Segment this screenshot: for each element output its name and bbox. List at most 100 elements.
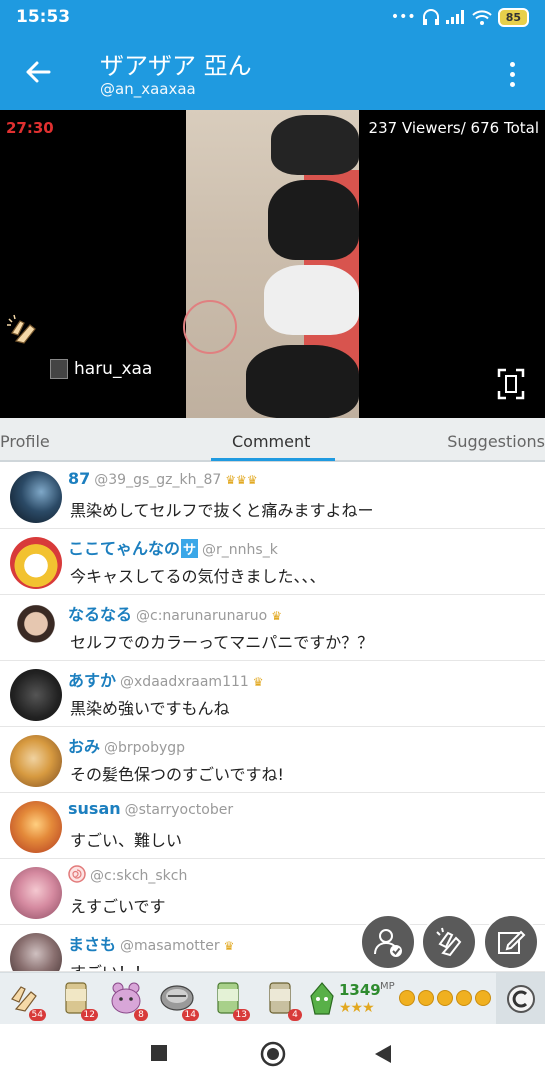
- coin-row: [399, 990, 491, 1006]
- coin-shop-button[interactable]: [496, 973, 545, 1025]
- comment-item[interactable]: おみ @brpobygp その髪色保つのすごいですね!: [0, 727, 545, 793]
- avatar[interactable]: [10, 801, 62, 853]
- gift-count: 8: [134, 1009, 148, 1021]
- avatar[interactable]: [10, 537, 62, 589]
- arrow-left-icon: [26, 61, 51, 83]
- status-time: 15:53: [16, 7, 71, 27]
- signal-icon: [445, 10, 464, 24]
- gift-count: 13: [232, 1009, 250, 1021]
- comment-text: すごい、難しい: [70, 831, 183, 850]
- back-button[interactable]: [18, 52, 58, 92]
- crown-badge-icon: ♛: [223, 939, 235, 953]
- tab-comment[interactable]: Comment: [232, 432, 310, 451]
- comment-text: 黒染め強いですもんね: [70, 699, 230, 718]
- follow-user-button[interactable]: [360, 914, 416, 970]
- write-comment-button[interactable]: [483, 914, 539, 970]
- page-subtitle: @an_xaaxaa: [100, 80, 196, 98]
- comment-item[interactable]: 87 @39_gs_gz_kh_87 ♛♛♛ 黒染めしてセルフで抜くと痛みますよねー: [0, 463, 545, 529]
- recents-icon[interactable]: [150, 1044, 168, 1062]
- tab-indicator: [211, 458, 335, 461]
- page-title: ザアザア 亞ん: [100, 52, 252, 80]
- coin-icon: [399, 990, 415, 1006]
- viewer-count: 237 Viewers/ 676 Total: [368, 119, 539, 137]
- comment-item[interactable]: @c:skch_skch えすごいです: [0, 859, 545, 925]
- gift-count: 14: [181, 1009, 199, 1021]
- avatar[interactable]: [10, 471, 62, 523]
- avatar[interactable]: [10, 867, 62, 919]
- coin-icon: [475, 990, 491, 1006]
- comment-text: セルフでのカラーってマニパニですか？？: [70, 633, 374, 652]
- avatar[interactable]: [10, 933, 62, 971]
- back-nav-icon[interactable]: [374, 1044, 392, 1064]
- comment-text: 今キャスしてるの気付きました、、、: [70, 567, 326, 586]
- gift-count: 12: [80, 1009, 98, 1021]
- comment-item[interactable]: なるなる @c:narunarunaruo ♛ セルフでのカラーってマニパニですか？…: [0, 595, 545, 661]
- gift-item[interactable]: 8: [108, 979, 148, 1021]
- commenter-name[interactable]: 87: [68, 469, 90, 488]
- comment-text: すごい！！: [70, 959, 150, 971]
- commenter-handle: @39_gs_gz_kh_87: [94, 472, 222, 488]
- gift-item[interactable]: 54: [6, 979, 46, 1021]
- commenter-handle: @r_nnhs_k: [202, 542, 278, 558]
- gift-count: 4: [288, 1009, 302, 1021]
- mp-value: 1349: [339, 981, 381, 999]
- user-check-icon: [374, 929, 402, 957]
- broadcaster-tag[interactable]: haru_xaa: [50, 359, 152, 379]
- tab-suggestions[interactable]: Suggestions: [447, 432, 545, 451]
- home-icon[interactable]: [260, 1041, 286, 1067]
- mp-stars: ★★★: [339, 1000, 375, 1016]
- gift-item[interactable]: 4: [262, 979, 302, 1021]
- comment-item[interactable]: ここてゃんなのサ @r_nnhs_k 今キャスしてるの気付きました、、、: [0, 529, 545, 595]
- service-badge-icon: サ: [181, 539, 199, 558]
- commenter-name[interactable]: susan: [68, 799, 121, 818]
- gift-item[interactable]: 13: [210, 979, 250, 1021]
- video-frame: [186, 110, 359, 418]
- commenter-name[interactable]: まさも: [68, 935, 116, 954]
- headphones-icon: [422, 9, 439, 25]
- comment-item[interactable]: あすか @xdaadxraam111 ♛ 黒染め強いですもんね: [0, 661, 545, 727]
- clap-icon[interactable]: [6, 313, 40, 347]
- commenter-name[interactable]: ここてゃんなの: [68, 539, 180, 558]
- fullscreen-icon[interactable]: [497, 368, 525, 400]
- gift-bar: 54 12 8 14 13 4 1349 MP ★★★: [0, 972, 545, 1025]
- commenter-name[interactable]: おみ: [68, 737, 100, 756]
- commenter-name[interactable]: なるなる: [68, 605, 132, 624]
- coin-icon: [418, 990, 434, 1006]
- live-video[interactable]: 27:30 237 Viewers/ 676 Total haru_xaa: [0, 110, 545, 418]
- avatar[interactable]: [10, 735, 62, 787]
- broadcaster-name: haru_xaa: [74, 359, 153, 379]
- avatar[interactable]: [10, 669, 62, 721]
- gift-item[interactable]: 12: [58, 979, 98, 1021]
- edit-icon: [498, 930, 526, 954]
- clap-button[interactable]: [421, 914, 477, 970]
- gift-item[interactable]: 14: [159, 979, 199, 1021]
- crown-badge-icon: ♛: [271, 609, 283, 623]
- comment-text: 黒染めしてセルフで抜くと痛みますよねー: [70, 501, 374, 520]
- coin-icon: [456, 990, 472, 1006]
- battery-icon: 85: [497, 7, 529, 27]
- status-icons: ••• 85: [391, 7, 529, 27]
- comment-item[interactable]: susan @starryoctober すごい、難しい: [0, 793, 545, 859]
- tab-bar: Profile Comment Suggestions: [0, 418, 545, 462]
- commenter-handle: @starryoctober: [124, 802, 234, 818]
- comment-text: その髪色保つのすごいですね!: [70, 765, 284, 784]
- mp-unit: MP: [380, 981, 395, 992]
- header: ザアザア 亞ん @an_xaaxaa: [0, 34, 545, 110]
- broadcaster-avatar: [50, 359, 68, 379]
- crown-badge-icon: ♛: [252, 675, 264, 689]
- tab-profile[interactable]: Profile: [0, 432, 50, 451]
- commenter-handle: @brpobygp: [104, 740, 186, 756]
- c-coin-icon: [506, 985, 535, 1013]
- avatar[interactable]: [10, 603, 62, 655]
- commenter-name[interactable]: あすか: [68, 671, 116, 690]
- coin-icon: [437, 990, 453, 1006]
- more-menu-button[interactable]: [497, 54, 527, 94]
- mascot-icon: [310, 982, 334, 1015]
- comment-text: えすごいです: [70, 897, 166, 916]
- clap-hands-icon: [436, 927, 462, 957]
- commenter-handle: @masamotter: [120, 938, 220, 954]
- tap-indicator: [183, 300, 237, 354]
- crown-badge-icon: ♛♛♛: [225, 473, 258, 487]
- commenter-handle: @c:narunarunaruo: [136, 608, 268, 624]
- swirl-icon: [68, 865, 86, 883]
